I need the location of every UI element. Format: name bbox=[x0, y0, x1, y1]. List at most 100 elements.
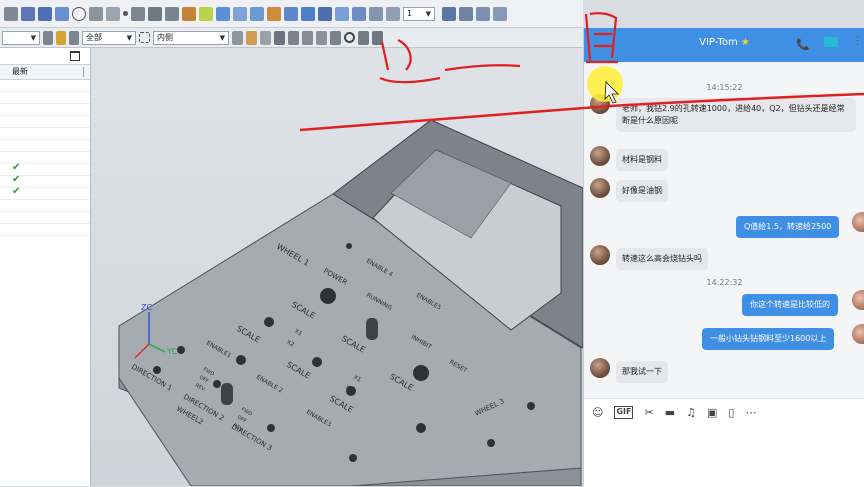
phone-icon[interactable]: 📞 bbox=[796, 38, 810, 51]
render-tool-icon[interactable] bbox=[493, 6, 507, 21]
video-call-icon[interactable] bbox=[824, 37, 838, 47]
surface-tool-icon[interactable] bbox=[216, 6, 230, 21]
scissors-icon[interactable]: ✂ bbox=[644, 406, 653, 419]
label-zc: ZC bbox=[141, 303, 152, 312]
blend-tool-icon[interactable] bbox=[318, 6, 332, 21]
snap-slash-icon[interactable] bbox=[316, 30, 327, 45]
shade-tool-icon[interactable] bbox=[476, 6, 490, 21]
sweep-tool-icon[interactable] bbox=[233, 6, 247, 21]
more-tools-icon[interactable]: ⋯ bbox=[745, 406, 756, 419]
side-dropdown[interactable]: 内侧 ▼ bbox=[153, 30, 229, 45]
hole bbox=[416, 423, 426, 433]
hole bbox=[487, 439, 495, 447]
check-icon: ✔ bbox=[12, 174, 21, 185]
count-dropdown[interactable]: 1 ▼ bbox=[403, 6, 435, 21]
image-icon[interactable]: ▣ bbox=[707, 406, 717, 419]
avatar[interactable] bbox=[852, 290, 864, 310]
wire-cube-icon[interactable] bbox=[260, 30, 271, 45]
star-select-icon[interactable] bbox=[56, 30, 66, 45]
circle-tool-icon[interactable] bbox=[72, 6, 86, 21]
hole bbox=[264, 317, 274, 327]
music-icon[interactable]: ♫ bbox=[686, 406, 696, 419]
link-tool-icon[interactable] bbox=[199, 6, 213, 21]
extrude-tool-icon[interactable] bbox=[250, 6, 264, 21]
snap-tangent-icon[interactable] bbox=[330, 30, 341, 45]
message-bubble: 你这个转速是比较低的 bbox=[742, 294, 838, 316]
list-item[interactable] bbox=[0, 128, 90, 140]
phone-screen-icon[interactable]: ▯ bbox=[728, 406, 734, 419]
avatar[interactable] bbox=[590, 178, 610, 198]
gif-icon[interactable]: GIF bbox=[614, 406, 634, 419]
scope-value: 全部 bbox=[86, 33, 102, 42]
message-bubble: Q值给1.5，转速给2500 bbox=[736, 216, 840, 238]
operations-manager-panel: 最新 ✔ ✔ ✔ bbox=[0, 48, 91, 486]
hexagon-tool-icon[interactable] bbox=[148, 6, 162, 21]
maximize-icon[interactable] bbox=[70, 51, 80, 61]
line-tool-icon[interactable] bbox=[21, 6, 35, 21]
list-item[interactable] bbox=[0, 104, 90, 116]
list-item[interactable] bbox=[0, 140, 90, 152]
avatar[interactable] bbox=[590, 94, 610, 114]
avatar[interactable] bbox=[590, 146, 610, 166]
avatar[interactable] bbox=[852, 212, 864, 232]
column-header-latest[interactable]: 最新 bbox=[0, 65, 90, 80]
panel-header bbox=[0, 48, 90, 65]
stack-tool-icon[interactable] bbox=[459, 6, 473, 21]
snap-grid-icon[interactable] bbox=[274, 30, 285, 45]
chat-toolbar: ☺ GIF ✂ ▬ ♫ ▣ ▯ ⋯ bbox=[592, 406, 756, 419]
rectangle-tool-icon[interactable] bbox=[38, 6, 52, 21]
scope-dropdown[interactable]: 全部 ▼ bbox=[82, 30, 136, 45]
list-item[interactable] bbox=[0, 200, 90, 212]
grid-tool-icon[interactable] bbox=[369, 6, 383, 21]
cad-model-view: WHEEL 1 POWER ENABLE 4 ENABLE5 RUNNING I… bbox=[118, 119, 583, 486]
fillet-tool-icon[interactable] bbox=[335, 6, 349, 21]
layer-tool-icon[interactable] bbox=[442, 6, 456, 21]
polygon-tool-icon[interactable] bbox=[55, 6, 69, 21]
point-tool-icon[interactable] bbox=[4, 6, 18, 21]
chat-header: VIP-Tom ★ 📞 ⋮ bbox=[584, 28, 864, 62]
avatar[interactable] bbox=[852, 324, 864, 344]
arc-tool-icon[interactable] bbox=[89, 6, 103, 21]
avatar[interactable] bbox=[590, 245, 610, 265]
folder-icon[interactable]: ▬ bbox=[665, 406, 675, 419]
select-arrow-icon[interactable] bbox=[43, 30, 53, 45]
solid-tool-icon[interactable] bbox=[352, 6, 366, 21]
dot-tool-icon[interactable] bbox=[123, 11, 128, 16]
chat-input-area[interactable]: ☺ GIF ✂ ▬ ♫ ▣ ▯ ⋯ bbox=[584, 398, 864, 487]
more-options-icon[interactable]: ⋮ bbox=[852, 34, 863, 47]
shaded-cube-icon[interactable] bbox=[246, 30, 257, 45]
check-icon: ✔ bbox=[12, 186, 21, 197]
loft-tool-icon[interactable] bbox=[284, 6, 298, 21]
snap-diagonal-icon[interactable] bbox=[302, 30, 313, 45]
check-icon: ✔ bbox=[12, 162, 21, 173]
cross-tool-icon[interactable] bbox=[131, 6, 145, 21]
spline-tool-icon[interactable] bbox=[106, 6, 120, 21]
emoji-icon[interactable]: ☺ bbox=[592, 406, 603, 419]
window-select-icon[interactable] bbox=[139, 32, 150, 43]
list-item[interactable]: ✔ bbox=[0, 186, 90, 200]
avatar[interactable] bbox=[590, 358, 610, 378]
mode-dropdown[interactable]: ▼ bbox=[2, 30, 40, 45]
table-tool-icon[interactable] bbox=[386, 6, 400, 21]
snap-quadrant-icon[interactable] bbox=[358, 30, 369, 45]
patch-tool-icon[interactable] bbox=[301, 6, 315, 21]
trim-tool-icon[interactable] bbox=[182, 6, 196, 21]
snap-line-icon[interactable] bbox=[288, 30, 299, 45]
list-item[interactable] bbox=[0, 224, 90, 236]
offset-tool-icon[interactable] bbox=[165, 6, 179, 21]
revolve-tool-icon[interactable] bbox=[267, 6, 281, 21]
list-item[interactable] bbox=[0, 92, 90, 104]
list-item[interactable] bbox=[0, 212, 90, 224]
hole bbox=[177, 346, 185, 354]
message-bubble: 那我试一下 bbox=[616, 361, 668, 383]
view-cube-icon[interactable] bbox=[232, 30, 243, 45]
chain-select-icon[interactable] bbox=[69, 30, 79, 45]
snap-end-icon[interactable] bbox=[372, 30, 383, 45]
count-value: 1 bbox=[407, 9, 413, 18]
list-item[interactable] bbox=[0, 116, 90, 128]
snap-center-icon[interactable] bbox=[344, 32, 355, 43]
list-item[interactable] bbox=[0, 80, 90, 92]
message-bubble: 一般小钻头钻钢料至少1600以上 bbox=[702, 328, 835, 350]
graphics-viewport[interactable]: WHEEL 1 POWER ENABLE 4 ENABLE5 RUNNING I… bbox=[91, 48, 583, 486]
main-toolbar: 1 ▼ bbox=[0, 0, 583, 28]
